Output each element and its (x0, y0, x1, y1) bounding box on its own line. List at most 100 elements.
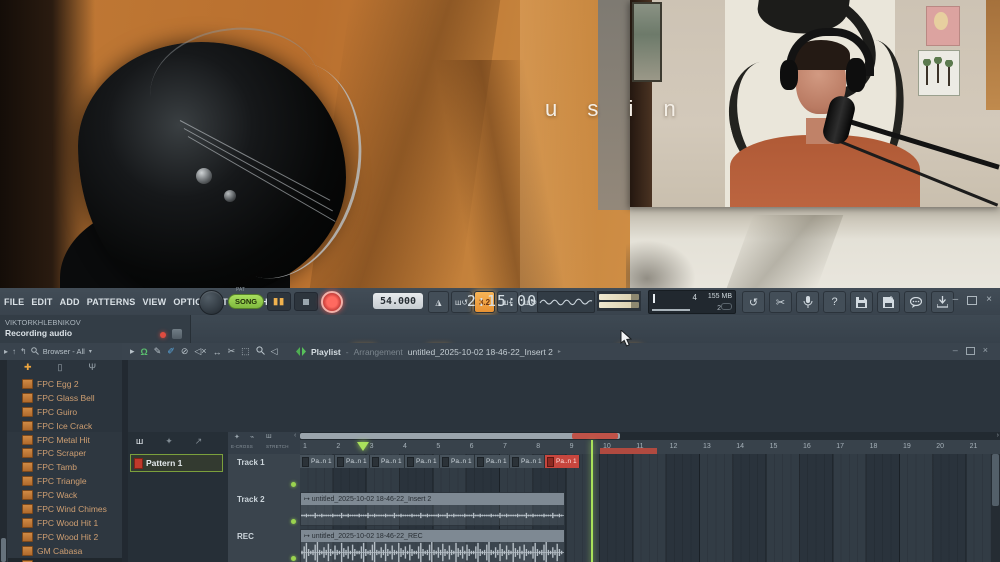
delete-tool-icon[interactable]: ⊘ (181, 346, 189, 357)
chat-button[interactable] (904, 291, 927, 313)
time-display[interactable]: 2:15:00 (466, 290, 538, 312)
preview-tool-icon[interactable]: ◁ (271, 346, 278, 357)
menu-item-file[interactable]: FILE (4, 297, 24, 307)
playhead-marker[interactable] (357, 442, 369, 451)
browser-item[interactable]: FPC Tamb (8, 460, 122, 474)
playlist-close-button[interactable]: × (983, 345, 988, 355)
close-button[interactable]: × (986, 294, 992, 305)
track-header[interactable]: REC (228, 528, 301, 562)
pause-button[interactable]: ▮▮ (267, 292, 292, 311)
scroll-right-arrow[interactable]: › (997, 432, 999, 439)
title-more-arrow[interactable]: ▸ (558, 348, 561, 355)
picker-tab-audio-icon[interactable]: ✦ (165, 436, 173, 447)
browser-title[interactable]: Browser - All (43, 347, 85, 356)
search-icon[interactable] (30, 346, 39, 357)
collapse-arrow-icon[interactable]: ▸ (4, 347, 8, 356)
mute-tool-icon[interactable]: ◁× (194, 346, 206, 357)
browser-item[interactable]: GM Cabasa (8, 544, 122, 558)
track-header[interactable]: Track 1 (228, 454, 301, 492)
undo-button[interactable]: ↺ (742, 291, 765, 313)
browser-scrollbar[interactable] (0, 360, 7, 562)
stop-button[interactable] (294, 292, 319, 311)
scrollbar-handle[interactable] (992, 454, 999, 506)
draw-tool-icon[interactable]: ▸ (130, 346, 135, 357)
record-button[interactable] (321, 290, 344, 313)
stretch-label[interactable]: STRETCH (266, 444, 289, 449)
horizontal-scrollbar[interactable]: ‹ › (294, 432, 1000, 440)
dropdown-arrow-icon[interactable]: ▾ (89, 348, 92, 355)
track-header[interactable]: Track 2 (228, 491, 301, 529)
save-new-version-button[interactable] (877, 291, 900, 313)
tab-all-icon[interactable]: ✚ (24, 362, 32, 376)
cut-button[interactable]: ✂ (769, 291, 792, 313)
browser-item[interactable]: FPC Metal Hit (8, 433, 122, 447)
playlist-titlebar[interactable]: Playlist - Arrangement untitled_2025-10-… (296, 343, 561, 360)
audio-clip[interactable]: ↦ untitled_2025-10-02 18-46-22_Insert 2 (300, 492, 565, 526)
download-button[interactable] (931, 291, 954, 313)
menu-item-add[interactable]: ADD (60, 297, 80, 307)
slip-tool-icon[interactable]: ↔ (213, 347, 222, 357)
browser-item[interactable]: FPC Wack (8, 488, 122, 502)
pattern-clip[interactable]: Pa..n 1 (300, 455, 335, 468)
browser-item[interactable]: FPC Guiro (8, 405, 122, 419)
pattern-clip[interactable]: Pa..n 1 (370, 455, 405, 468)
browser-item[interactable]: FPC Wind Chimes (8, 502, 122, 516)
mic-record-button[interactable] (796, 291, 819, 313)
browser-item[interactable]: FPC Glass Bell (8, 391, 122, 405)
up-arrow-icon[interactable]: ↑ (12, 347, 16, 356)
pattern-clip[interactable]: Pa..n 1 (440, 455, 475, 468)
pencil-tool-icon[interactable]: ✎ (154, 346, 162, 357)
filter-patterns-icon[interactable]: ш (266, 433, 272, 440)
scroll-left-arrow[interactable]: ‹ (294, 432, 296, 439)
picker-tab-automation-icon[interactable]: ↗ (195, 436, 203, 447)
magnet-snap-icon[interactable]: Ω (141, 347, 148, 357)
maximize-button[interactable] (967, 296, 978, 305)
track-lane[interactable]: ↦ untitled_2025-10-02 18-46-22_REC (300, 528, 1000, 562)
filter-audio-icon[interactable]: ✦ (234, 433, 240, 441)
track-led[interactable] (291, 556, 296, 561)
menu-item-view[interactable]: VIEW (143, 297, 167, 307)
pattern-clip[interactable]: Pa..n 1 (510, 455, 545, 468)
track-lane[interactable]: ↦ untitled_2025-10-02 18-46-22_Insert 2 (300, 491, 1000, 529)
picker-tab-patterns-icon[interactable]: ш (136, 436, 143, 447)
save-button[interactable] (850, 291, 873, 313)
pattern-clip[interactable]: Pa..n 1 (475, 455, 510, 468)
menu-item-patterns[interactable]: PATTERNS (87, 297, 136, 307)
audio-clip[interactable]: ↦ untitled_2025-10-02 18-46-22_REC (300, 529, 565, 562)
monitor-knob[interactable] (199, 290, 224, 315)
browser-item[interactable]: FPC Triangle (8, 474, 122, 488)
timeline-ruler[interactable]: 12345678910111213141516171819202122 (300, 440, 1000, 455)
scrollbar-handle[interactable] (1, 538, 6, 562)
browser-item[interactable]: GM Tamb (8, 557, 122, 562)
browser-item[interactable]: FPC Ice Crack (8, 419, 122, 433)
track-led[interactable] (291, 482, 296, 487)
paint-tool-icon[interactable]: ✐ (167, 346, 175, 357)
browser-item[interactable]: FPC Wood Hit 2 (8, 530, 122, 544)
filter-automation-icon[interactable]: ⌁ (250, 433, 254, 441)
ecross-label[interactable]: E-CROSS (231, 444, 253, 449)
picker-pattern-item[interactable]: Pattern 1 (130, 454, 223, 472)
tab-files-icon[interactable]: ▯ (58, 362, 63, 376)
track-led[interactable] (291, 519, 296, 524)
oscilloscope[interactable] (537, 291, 595, 313)
menu-item-edit[interactable]: EDIT (31, 297, 52, 307)
track-lane[interactable]: Pa..n 1 Pa..n 1 Pa..n 1 Pa..n 1 Pa..n 1 Pa..n… (300, 454, 1000, 492)
browser-item[interactable]: FPC Wood Hit 1 (8, 516, 122, 530)
playlist-minimize-button[interactable]: – (953, 345, 958, 355)
browser-item[interactable]: FPC Scraper (8, 446, 122, 460)
pattern-clip[interactable]: Pa..n 1 (545, 455, 580, 468)
pattern-clip[interactable]: Pa..n 1 (335, 455, 370, 468)
back-arrow-icon[interactable]: ↰ (20, 347, 27, 356)
vertical-scrollbar[interactable] (991, 454, 1000, 562)
playlist-maximize-button[interactable] (965, 347, 975, 355)
tab-plugins-icon[interactable]: Ψ (89, 362, 97, 376)
minimize-button[interactable]: – (953, 294, 959, 305)
metronome-button[interactable]: ◮ (428, 291, 449, 313)
pattern-clip[interactable]: Pa..n 1 (405, 455, 440, 468)
song-mode-button[interactable]: SONG (228, 294, 265, 309)
zoom-tool-icon[interactable] (256, 346, 265, 357)
help-button[interactable]: ? (823, 291, 846, 313)
tempo-display[interactable]: 54.000 (373, 293, 423, 309)
browser-item[interactable]: FPC Egg 2 (8, 377, 122, 391)
slice-tool-icon[interactable]: ✂ (228, 346, 236, 357)
